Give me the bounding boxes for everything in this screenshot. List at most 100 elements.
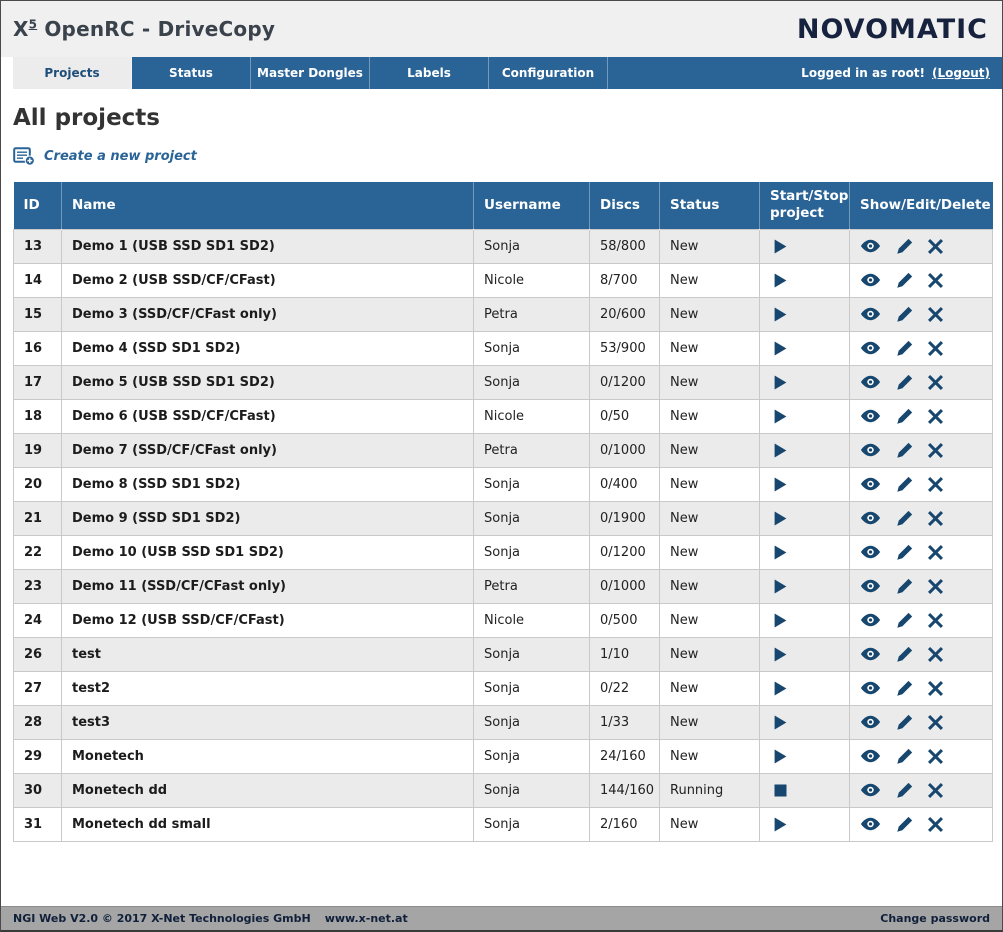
pencil-icon: [896, 578, 913, 595]
delete-project-button[interactable]: [928, 375, 943, 390]
tab-master-dongles[interactable]: Master Dongles: [251, 57, 370, 89]
start-project-button[interactable]: [774, 647, 787, 662]
delete-project-button[interactable]: [928, 681, 943, 696]
show-project-button[interactable]: [860, 239, 881, 253]
edit-project-button[interactable]: [896, 238, 913, 255]
start-stop-cell: [760, 603, 850, 637]
delete-project-button[interactable]: [928, 579, 943, 594]
edit-project-button[interactable]: [896, 680, 913, 697]
start-project-button[interactable]: [774, 817, 787, 832]
delete-project-button[interactable]: [928, 817, 943, 832]
show-project-button[interactable]: [860, 511, 881, 525]
change-password-link[interactable]: Change password: [880, 912, 990, 925]
start-project-button[interactable]: [774, 545, 787, 560]
show-project-button[interactable]: [860, 443, 881, 457]
show-project-button[interactable]: [860, 375, 881, 389]
show-project-button[interactable]: [860, 817, 881, 831]
edit-project-button[interactable]: [896, 782, 913, 799]
show-project-button[interactable]: [860, 715, 881, 729]
delete-x-icon: [928, 715, 943, 730]
create-project-link[interactable]: Create a new project: [13, 147, 197, 166]
logout-link[interactable]: (Logout): [932, 66, 990, 80]
edit-project-button[interactable]: [896, 442, 913, 459]
column-header: Name: [62, 182, 474, 229]
start-stop-cell: [760, 399, 850, 433]
project-discs: 1/33: [590, 705, 660, 739]
table-row: 13 Demo 1 (USB SSD SD1 SD2) Sonja 58/800…: [14, 229, 993, 263]
start-project-button[interactable]: [774, 375, 787, 390]
delete-project-button[interactable]: [928, 783, 943, 798]
project-discs: 0/50: [590, 399, 660, 433]
start-project-button[interactable]: [774, 239, 787, 254]
tab-configuration[interactable]: Configuration: [489, 57, 608, 89]
delete-x-icon: [928, 681, 943, 696]
edit-project-button[interactable]: [896, 646, 913, 663]
start-project-button[interactable]: [774, 409, 787, 424]
start-project-button[interactable]: [774, 477, 787, 492]
delete-project-button[interactable]: [928, 511, 943, 526]
edit-project-button[interactable]: [896, 748, 913, 765]
show-project-button[interactable]: [860, 341, 881, 355]
delete-project-button[interactable]: [928, 443, 943, 458]
start-project-button[interactable]: [774, 341, 787, 356]
project-name: test: [62, 637, 474, 671]
show-project-button[interactable]: [860, 613, 881, 627]
start-project-button[interactable]: [774, 579, 787, 594]
play-icon: [774, 715, 787, 730]
show-project-button[interactable]: [860, 749, 881, 763]
edit-project-button[interactable]: [896, 340, 913, 357]
edit-project-button[interactable]: [896, 544, 913, 561]
edit-project-button[interactable]: [896, 578, 913, 595]
start-project-button[interactable]: [774, 443, 787, 458]
delete-project-button[interactable]: [928, 477, 943, 492]
show-project-button[interactable]: [860, 681, 881, 695]
delete-project-button[interactable]: [928, 545, 943, 560]
show-project-button[interactable]: [860, 273, 881, 287]
delete-x-icon: [928, 307, 943, 322]
start-project-button[interactable]: [774, 715, 787, 730]
edit-project-button[interactable]: [896, 476, 913, 493]
show-project-button[interactable]: [860, 783, 881, 797]
show-project-button[interactable]: [860, 647, 881, 661]
delete-project-button[interactable]: [928, 341, 943, 356]
start-project-button[interactable]: [774, 307, 787, 322]
project-username: Sonja: [474, 705, 590, 739]
delete-project-button[interactable]: [928, 239, 943, 254]
project-name: Demo 9 (SSD SD1 SD2): [62, 501, 474, 535]
delete-x-icon: [928, 749, 943, 764]
start-project-button[interactable]: [774, 749, 787, 764]
start-project-button[interactable]: [774, 681, 787, 696]
start-project-button[interactable]: [774, 273, 787, 288]
tab-labels[interactable]: Labels: [370, 57, 489, 89]
edit-project-button[interactable]: [896, 306, 913, 323]
delete-project-button[interactable]: [928, 409, 943, 424]
start-project-button[interactable]: [774, 613, 787, 628]
delete-project-button[interactable]: [928, 715, 943, 730]
edit-project-button[interactable]: [896, 816, 913, 833]
show-project-button[interactable]: [860, 409, 881, 423]
edit-project-button[interactable]: [896, 272, 913, 289]
tab-projects[interactable]: Projects: [13, 57, 132, 89]
table-header-row: IDNameUsernameDiscsStatusStart/Stop proj…: [14, 182, 993, 229]
start-project-button[interactable]: [774, 511, 787, 526]
show-project-button[interactable]: [860, 307, 881, 321]
delete-project-button[interactable]: [928, 307, 943, 322]
edit-project-button[interactable]: [896, 510, 913, 527]
delete-project-button[interactable]: [928, 273, 943, 288]
show-project-button[interactable]: [860, 579, 881, 593]
tab-status[interactable]: Status: [132, 57, 251, 89]
show-project-button[interactable]: [860, 545, 881, 559]
edit-project-button[interactable]: [896, 408, 913, 425]
stop-project-button[interactable]: [774, 784, 787, 797]
start-stop-cell: [760, 229, 850, 263]
show-project-button[interactable]: [860, 477, 881, 491]
edit-project-button[interactable]: [896, 374, 913, 391]
delete-project-button[interactable]: [928, 749, 943, 764]
edit-project-button[interactable]: [896, 612, 913, 629]
pencil-icon: [896, 544, 913, 561]
delete-project-button[interactable]: [928, 613, 943, 628]
delete-project-button[interactable]: [928, 647, 943, 662]
show-edit-delete-cell: [850, 535, 993, 569]
footer-website: www.x-net.at: [325, 912, 408, 925]
edit-project-button[interactable]: [896, 714, 913, 731]
